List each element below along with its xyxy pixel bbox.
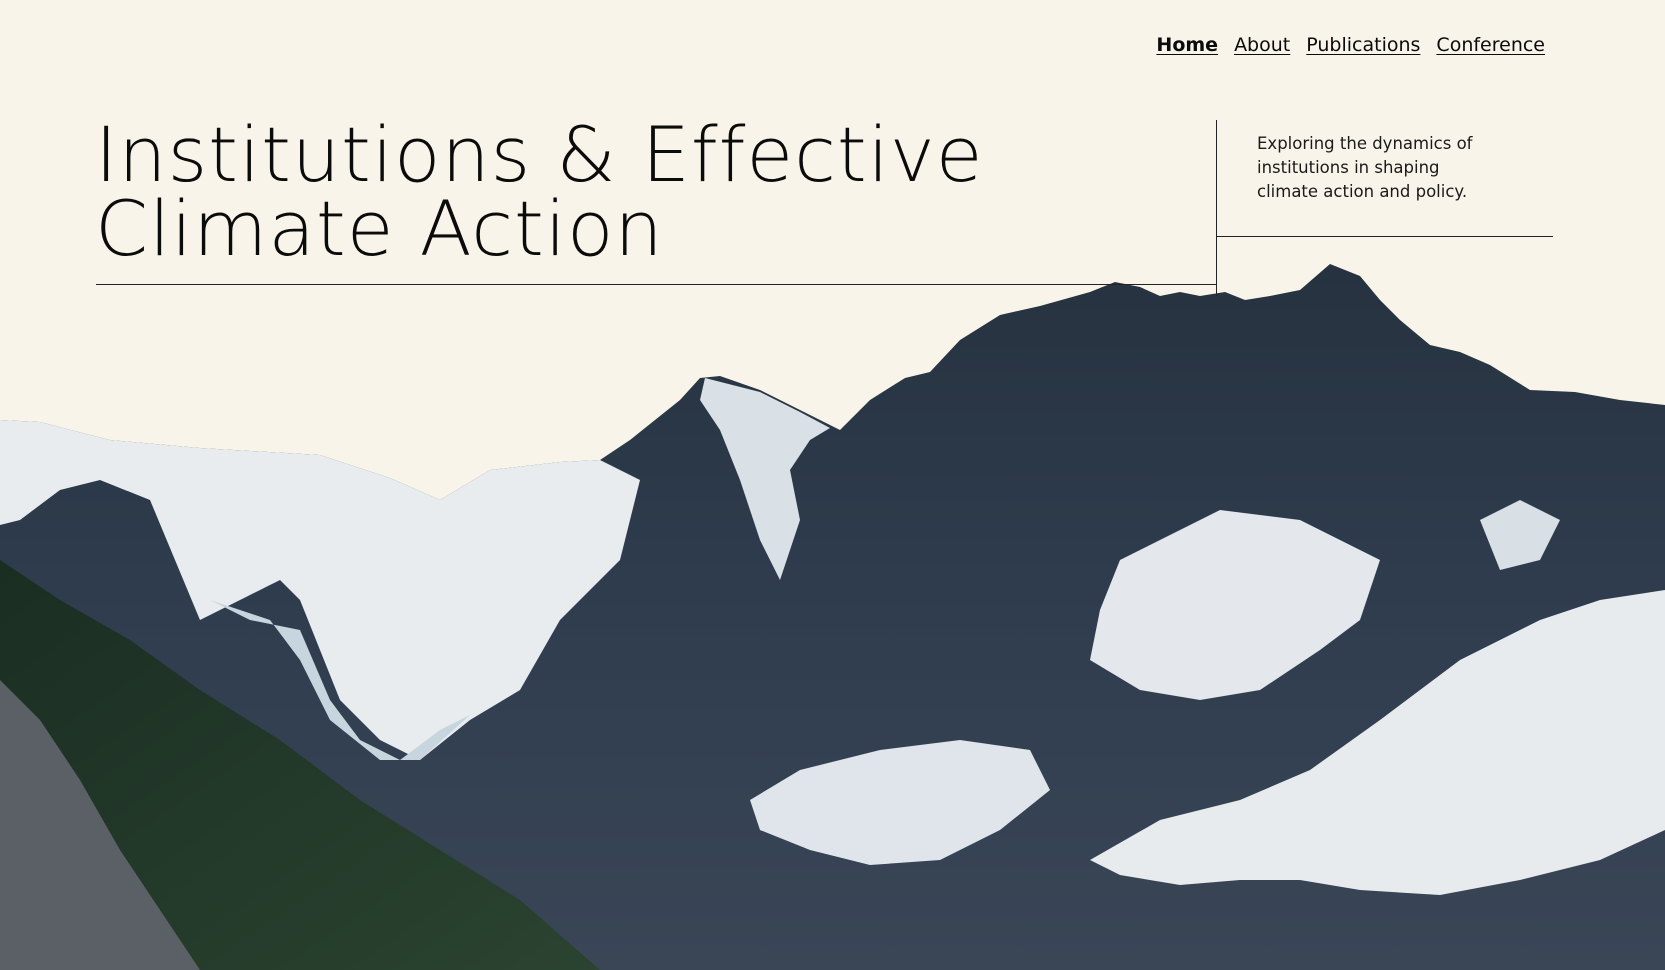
title-divider xyxy=(96,284,1217,285)
tagline-vertical-divider xyxy=(1216,120,1217,296)
page-title-line-1: Institutions & Effective xyxy=(95,110,984,199)
hero-tagline: Exploring the dynamics of institutions i… xyxy=(1257,134,1473,201)
page-title-line-2: Climate Action xyxy=(95,184,664,273)
nav-publications-link[interactable]: Publications xyxy=(1306,34,1420,56)
tagline-divider xyxy=(1216,236,1553,237)
nav-conference-link[interactable]: Conference xyxy=(1436,34,1545,56)
main-nav: Home About Publications Conference xyxy=(1156,34,1545,56)
nav-about-link[interactable]: About xyxy=(1234,34,1290,56)
page-title: Institutions & Effective Climate Action xyxy=(95,110,984,273)
nav-home-link[interactable]: Home xyxy=(1156,34,1218,56)
